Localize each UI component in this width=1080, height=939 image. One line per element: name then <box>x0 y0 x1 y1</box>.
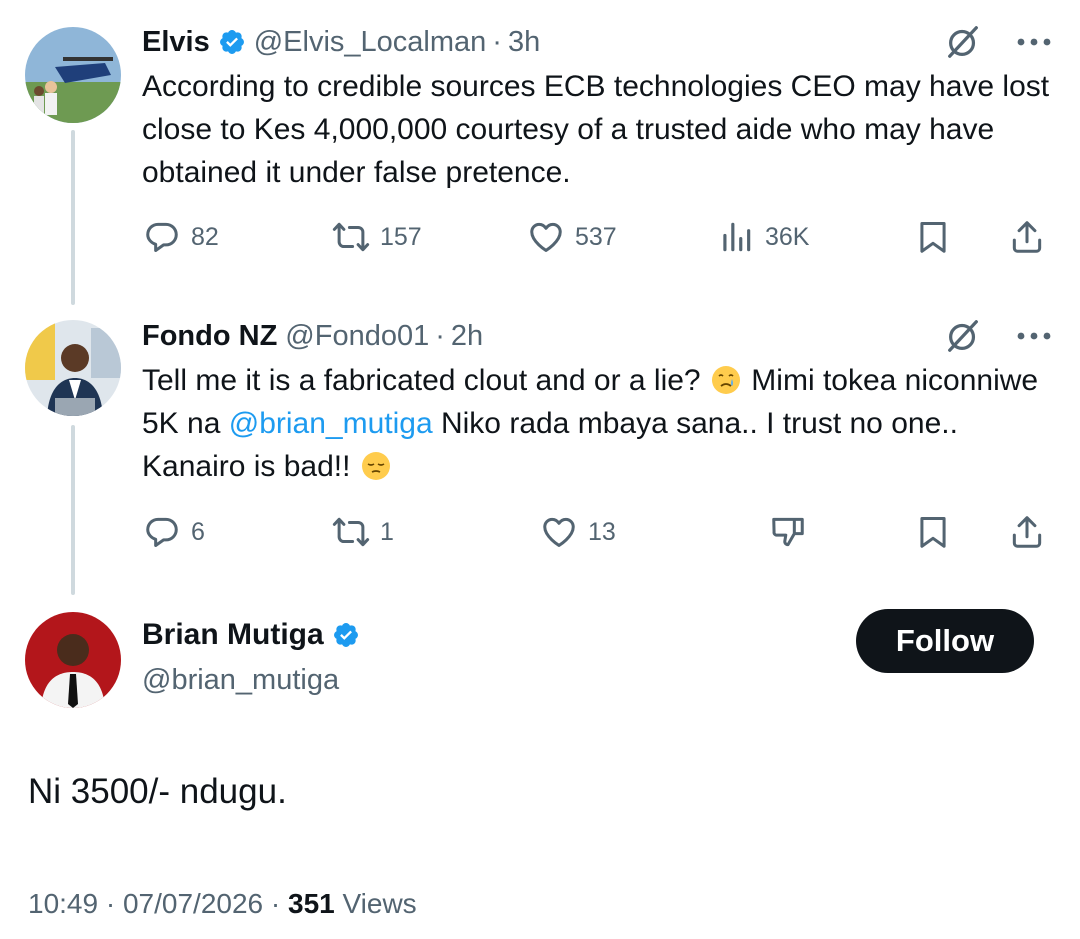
tweet-thread-page: Elvis @Elvis_Localman · 3h According to … <box>0 0 1080 939</box>
author-name[interactable]: Elvis <box>142 26 210 59</box>
author-handle[interactable]: @brian_mutiga <box>142 664 339 697</box>
tweet-text-part: Tell me it is a fabricated clout and or … <box>142 364 701 397</box>
bookmark-icon <box>920 517 946 548</box>
share-icon <box>1012 221 1042 253</box>
views-button[interactable]: 36K <box>717 218 809 256</box>
mention-link[interactable]: @brian_mutiga <box>229 407 433 440</box>
share-button[interactable] <box>1008 218 1046 256</box>
tweet-actions-bar: 82 157 537 36K <box>0 215 1080 259</box>
pensive-face-emoji-icon <box>361 452 390 480</box>
header-actions <box>944 23 1052 61</box>
views-count[interactable]: 351 <box>288 888 335 919</box>
views-count: 36K <box>765 222 810 251</box>
author-handle[interactable]: @Fondo01 <box>285 320 429 353</box>
header-actions <box>944 317 1052 355</box>
tweet-text: According to credible sources ECB techno… <box>142 70 1050 189</box>
repost-count: 157 <box>380 222 422 251</box>
tweet-text: Ni 3500/- ndugu. <box>28 772 287 811</box>
repost-icon <box>332 517 370 547</box>
views-chart-icon <box>723 222 751 252</box>
dislike-button[interactable] <box>769 513 807 551</box>
tweet-date[interactable]: 07/07/2026 <box>123 888 263 919</box>
heart-icon <box>543 517 575 547</box>
tweet-header: Elvis @Elvis_Localman · 3h <box>142 22 1052 62</box>
like-count: 13 <box>588 517 616 546</box>
author-handle[interactable]: @Elvis_Localman <box>254 26 487 59</box>
heart-icon <box>530 222 562 252</box>
more-options-icon[interactable] <box>1016 331 1052 341</box>
reply-button[interactable]: 6 <box>143 513 205 551</box>
views-label: Views <box>342 888 417 919</box>
tweet-fondo[interactable]: Fondo NZ @Fondo01 · 2h Tell me it is a f… <box>142 316 1052 488</box>
tweet-actions-bar: 6 1 13 <box>0 510 1080 554</box>
thumbs-down-icon <box>772 517 804 547</box>
bookmark-icon <box>920 222 946 253</box>
tweet-metadata: 10:49 · 07/07/2026 · 351 Views <box>28 888 417 920</box>
follow-button[interactable]: Follow <box>856 609 1034 673</box>
tweet-time[interactable]: 2h <box>451 320 483 353</box>
like-count: 537 <box>575 222 617 251</box>
separator-dot: · <box>435 319 445 352</box>
avatar-brian[interactable] <box>25 612 121 708</box>
repost-button[interactable]: 157 <box>332 218 422 256</box>
author-name[interactable]: Brian Mutiga <box>142 618 324 652</box>
avatar-fondo[interactable] <box>25 320 121 416</box>
separator-dot: · <box>105 888 123 919</box>
reply-author-row: Brian Mutiga <box>142 618 360 652</box>
verified-badge-icon <box>333 623 358 647</box>
grok-icon[interactable] <box>944 317 982 355</box>
tweet-elvis[interactable]: Elvis @Elvis_Localman · 3h According to … <box>142 22 1052 194</box>
tweet-header: Fondo NZ @Fondo01 · 2h <box>142 316 1052 356</box>
share-button[interactable] <box>1008 513 1046 551</box>
more-options-icon[interactable] <box>1016 37 1052 47</box>
like-button[interactable]: 537 <box>527 218 617 256</box>
bookmark-button[interactable] <box>914 218 952 256</box>
bookmark-button[interactable] <box>914 513 952 551</box>
tweet-text: Tell me it is a fabricated clout and or … <box>142 359 1052 488</box>
repost-button[interactable]: 1 <box>332 513 394 551</box>
grok-icon[interactable] <box>944 23 982 61</box>
separator-dot: · <box>492 25 502 58</box>
reply-count: 6 <box>191 517 205 546</box>
tweet-time[interactable]: 3h <box>508 26 540 59</box>
verified-badge-icon <box>219 30 244 54</box>
repost-icon <box>332 222 370 252</box>
tweet-time[interactable]: 10:49 <box>28 888 98 919</box>
repost-count: 1 <box>380 517 394 546</box>
reply-button[interactable]: 82 <box>143 218 219 256</box>
author-name[interactable]: Fondo NZ <box>142 320 277 353</box>
reply-icon <box>146 517 178 547</box>
reply-icon <box>146 222 178 252</box>
crying-face-emoji-icon <box>711 366 740 394</box>
reply-count: 82 <box>191 222 219 251</box>
separator-dot: · <box>270 888 288 919</box>
like-button[interactable]: 13 <box>540 513 616 551</box>
avatar-elvis[interactable] <box>25 27 121 123</box>
share-icon <box>1012 516 1042 548</box>
